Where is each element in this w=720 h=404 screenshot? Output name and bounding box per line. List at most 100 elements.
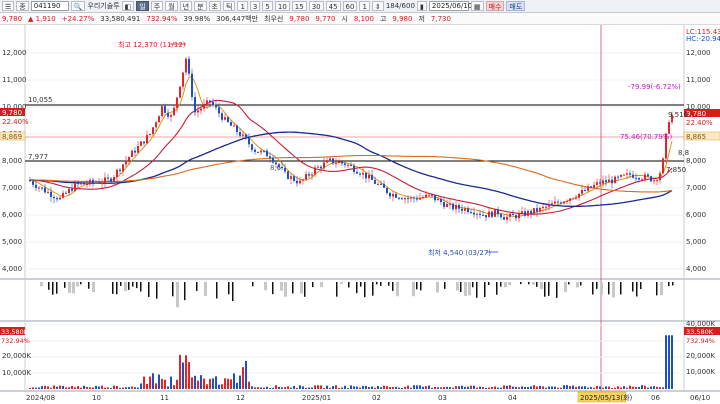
volume-bar [509, 385, 511, 389]
indicator-bar [488, 282, 490, 286]
candle-body [170, 115, 172, 117]
indicator-bar [124, 282, 127, 292]
tab-day[interactable]: 일 [136, 1, 149, 11]
candle-body [206, 100, 208, 104]
level-label-left-2: 7,977 [28, 153, 48, 161]
volume-bar [494, 386, 496, 389]
volume-bar [287, 386, 289, 389]
candle-body [368, 174, 370, 179]
indicator-bar [76, 282, 79, 287]
indicator-bar [128, 282, 130, 290]
candle-body [245, 134, 247, 139]
volume-bar [182, 362, 184, 389]
candle-body [131, 150, 133, 158]
tab-tick[interactable]: 틱 [223, 1, 236, 11]
chart-settings-icon[interactable]: ◧ [121, 1, 135, 11]
volume-bar [341, 387, 343, 389]
sell-button[interactable]: 매도 [506, 1, 526, 11]
x-tick: 10 [92, 394, 101, 402]
volume-bar [542, 386, 544, 389]
pct-left: 22.40% [2, 118, 29, 126]
candle-body [599, 182, 601, 184]
indicator-bar [568, 282, 570, 285]
min-60-button[interactable]: 60 [342, 1, 358, 11]
indicator-bar [264, 282, 267, 291]
candle-body [110, 178, 112, 182]
indicator-bar [640, 282, 642, 290]
volume-bar [629, 385, 631, 389]
candle-body [512, 213, 514, 216]
candle-body [425, 194, 427, 198]
volume-bar [371, 386, 373, 389]
tab-month[interactable]: 월 [165, 1, 178, 11]
volume-bar [632, 386, 634, 389]
candle-body [662, 158, 664, 174]
volume-bar [83, 385, 85, 389]
candle-body [320, 166, 322, 169]
indicator-bar [172, 282, 174, 297]
min-3-button[interactable]: 3 [249, 1, 261, 11]
tab-year[interactable]: 년 [179, 1, 193, 11]
candle-body [314, 167, 316, 175]
volume-bar [467, 386, 469, 389]
stock-chart[interactable]: 12,000 11,000 10,000 9,000 8,000 7,000 6… [0, 25, 720, 404]
candle-body [239, 132, 241, 136]
indicator-bar [68, 282, 71, 293]
volume-bar [476, 387, 478, 389]
min-10-button[interactable]: 10 [274, 1, 290, 11]
menu-icon[interactable]: ☰ [2, 1, 15, 11]
volume-bar [461, 385, 463, 389]
candle-body [515, 215, 517, 219]
candle-body [446, 203, 448, 207]
tab-week[interactable]: 주 [150, 1, 164, 11]
tab-second[interactable]: 초 [208, 1, 221, 11]
volume-bar [557, 387, 559, 389]
candle-body [593, 184, 595, 188]
volume-bar [593, 387, 595, 389]
indicator-bar [636, 282, 638, 297]
indicator-bar [620, 282, 622, 295]
volume-bar [380, 387, 382, 389]
search-icon[interactable]: 🔍 [70, 1, 86, 11]
sidebar-icon[interactable]: ▮ [416, 1, 427, 11]
min-1-button[interactable]: 1 [237, 1, 248, 11]
volume-bar [392, 386, 394, 389]
bar-counter: 184/600 [385, 2, 415, 10]
code-label: 종 [16, 1, 29, 11]
min-5-button[interactable]: 5 [262, 1, 273, 11]
volume-bar [443, 386, 445, 389]
volume-bar [191, 377, 193, 389]
candle-body [68, 188, 70, 194]
candle-body [668, 122, 670, 134]
tab-minute[interactable]: 분 [194, 1, 207, 11]
buy-button[interactable]: 매수 [485, 1, 505, 11]
min-15-button[interactable]: 15 [291, 1, 307, 11]
vol-pct-right: 732.94% [686, 337, 715, 345]
candle-body [437, 198, 439, 201]
x-tick: 2024/08 [26, 394, 55, 402]
min-30-button[interactable]: 30 [308, 1, 324, 11]
low-annotation: 최저 4,540 (03/27) [428, 248, 491, 257]
indicator-bar [292, 282, 294, 294]
volume-bar [116, 386, 118, 389]
interval-stepper[interactable]: 1 [359, 1, 370, 11]
candle-body [590, 186, 592, 188]
calendar-icon[interactable]: ▦ [470, 1, 484, 11]
volume-bar [167, 386, 169, 389]
date-input[interactable]: 2025/06/10 [428, 1, 472, 11]
volume-bar [212, 378, 214, 389]
y-tick-right: 4,000 [686, 265, 706, 273]
volume-bar [320, 385, 322, 389]
volume-bar [422, 386, 424, 389]
candle-body [161, 106, 163, 117]
candle-body [32, 181, 34, 185]
volume-bar [641, 385, 643, 389]
y-tick: 8,000 [2, 157, 22, 165]
x-tick: 02 [372, 394, 381, 402]
candle-body [539, 207, 541, 212]
stepper-arrow-icon[interactable]: ⇕ [371, 1, 384, 11]
volume-bar [347, 387, 349, 389]
min-45-button[interactable]: 45 [325, 1, 341, 11]
price-note-left: 8,6 [270, 164, 282, 172]
stock-code-input[interactable]: 041190 [30, 1, 69, 11]
